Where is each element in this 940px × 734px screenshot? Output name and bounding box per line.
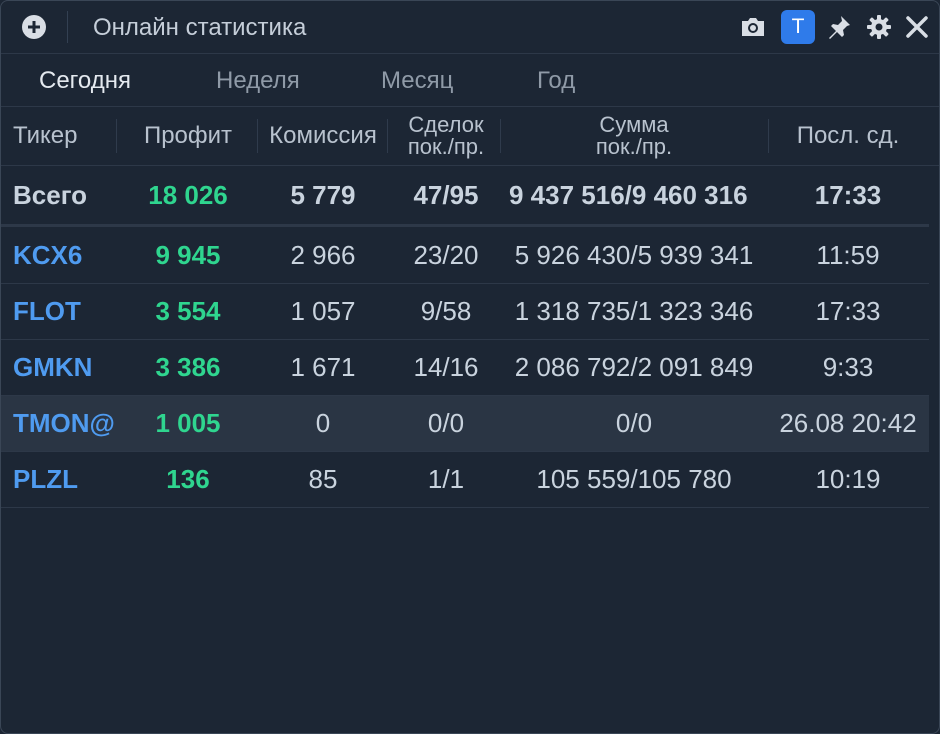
gear-icon[interactable] [865, 13, 893, 41]
total-deals: 47/95 [413, 180, 479, 210]
total-last-deal: 17:33 [814, 180, 882, 210]
column-divider [257, 119, 258, 153]
window-title: Онлайн статистика [93, 14, 307, 41]
column-header-deals[interactable]: Сделок пок./пр. [389, 107, 503, 165]
row-ticker[interactable]: GMKN [1, 340, 133, 395]
total-commission: 5 779 [290, 180, 356, 210]
tab-year[interactable]: Год [537, 66, 575, 96]
row-deals: 14/16 [413, 352, 479, 382]
column-divider [116, 119, 117, 153]
row-profit: 136 [166, 464, 210, 494]
total-row: Всего 18 026 5 779 47/95 9 437 516/9 460… [1, 167, 929, 227]
row-sum: 1 318 735/1 323 346 [514, 296, 754, 326]
pin-icon[interactable] [827, 13, 853, 41]
row-last-deal: 11:59 [816, 240, 880, 270]
row-profit: 3 386 [155, 352, 221, 382]
table-row[interactable]: PLZL 136 85 1/1 105 559/105 780 10:19 [1, 452, 929, 508]
row-ticker[interactable]: PLZL [1, 452, 133, 507]
row-deals: 9/58 [420, 296, 472, 326]
online-stats-window: Онлайн статистика T Сегодня Неделя Месяц… [0, 0, 940, 734]
column-divider [387, 119, 388, 153]
column-header-last-deal[interactable]: Посл. сд. [769, 107, 927, 165]
row-commission: 1 057 [290, 296, 356, 326]
title-bar: Онлайн статистика T [1, 1, 939, 54]
row-sum: 2 086 792/2 091 849 [514, 352, 754, 382]
row-last-deal: 10:19 [815, 464, 881, 494]
column-header-deals-line2: пок./пр. [407, 134, 485, 159]
row-sum: 5 926 430/5 939 341 [514, 240, 754, 270]
t-badge-button[interactable]: T [781, 10, 815, 44]
row-ticker[interactable]: KCX6 [1, 228, 133, 283]
total-profit: 18 026 [148, 180, 228, 210]
row-last-deal: 26.08 20:42 [779, 408, 917, 438]
column-header-sum[interactable]: Сумма пок./пр. [501, 107, 767, 165]
total-label: Всего [13, 180, 88, 210]
camera-icon[interactable] [739, 13, 767, 41]
row-profit: 3 554 [155, 296, 221, 326]
row-sum: 105 559/105 780 [536, 464, 732, 494]
row-last-deal: 17:33 [815, 296, 881, 326]
tab-week[interactable]: Неделя [216, 66, 300, 96]
tab-month[interactable]: Месяц [381, 66, 453, 96]
row-deals: 23/20 [413, 240, 479, 270]
period-tabs: Сегодня Неделя Месяц Год [1, 54, 939, 107]
row-deals: 1/1 [427, 464, 465, 494]
column-header-deals-line1: Сделок [408, 112, 484, 137]
tab-today[interactable]: Сегодня [39, 66, 131, 96]
row-profit: 1 005 [155, 408, 221, 438]
row-ticker[interactable]: TMON@ [1, 396, 133, 451]
table-row[interactable]: FLOT 3 554 1 057 9/58 1 318 735/1 323 34… [1, 284, 929, 340]
row-commission: 85 [308, 464, 338, 494]
column-header-ticker[interactable]: Тикер [1, 107, 133, 165]
plus-circle-icon[interactable] [22, 15, 46, 39]
column-header-sum-line1: Сумма [599, 112, 669, 137]
close-icon[interactable] [905, 13, 929, 41]
table-row[interactable]: GMKN 3 386 1 671 14/16 2 086 792/2 091 8… [1, 340, 929, 396]
column-header-profit[interactable]: Профит [125, 107, 251, 165]
title-divider [67, 11, 68, 43]
row-deals: 0/0 [427, 408, 465, 438]
column-header-commission[interactable]: Комиссия [259, 107, 387, 165]
table-header: Тикер Профит Комиссия Сделок пок./пр. Су… [1, 107, 939, 166]
row-profit: 9 945 [155, 240, 221, 270]
table-row-selected[interactable]: TMON@ 1 005 0 0/0 0/0 26.08 20:42 [1, 396, 929, 452]
row-commission: 1 671 [290, 352, 356, 382]
row-last-deal: 9:33 [822, 352, 874, 382]
row-commission: 2 966 [290, 240, 356, 270]
row-sum: 0/0 [615, 408, 653, 438]
column-header-sum-line2: пок./пр. [595, 134, 673, 159]
table-row[interactable]: KCX6 9 945 2 966 23/20 5 926 430/5 939 3… [1, 228, 929, 284]
total-sum: 9 437 516/9 460 316 [509, 180, 748, 210]
row-ticker[interactable]: FLOT [1, 284, 133, 339]
row-commission: 0 [315, 408, 331, 438]
